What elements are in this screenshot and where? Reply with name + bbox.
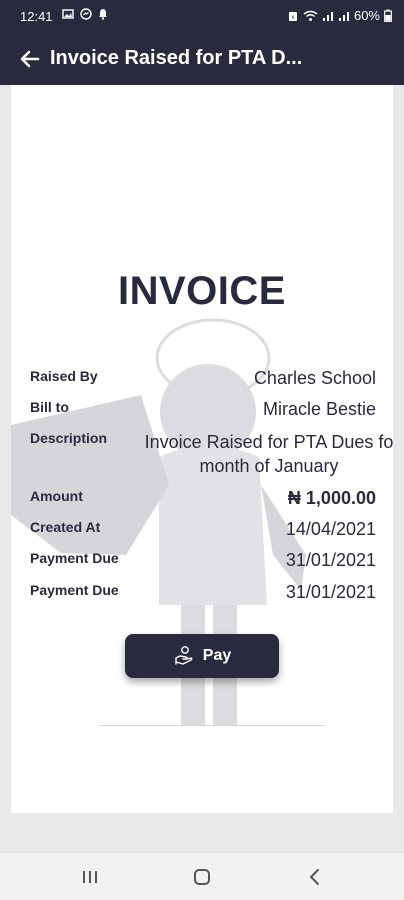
bill-to-value: Miracle Bestie	[262, 399, 376, 419]
system-nav-bar	[0, 853, 404, 900]
pay-button[interactable]: Pay	[125, 634, 279, 678]
svg-text:x: x	[291, 15, 294, 21]
payment-due-value-2: 31/01/2021	[285, 582, 376, 602]
description-value: Invoice Raised for PTA Dues fo month of …	[133, 430, 393, 478]
recent-apps-icon[interactable]	[78, 867, 102, 887]
signal-icon-2	[338, 11, 349, 21]
raised-by-value: Charles School	[253, 368, 376, 388]
battery-level: 60%	[353, 8, 380, 23]
status-time: 12:41	[20, 9, 53, 24]
app-bar: Invoice Raised for PTA D...	[0, 33, 404, 85]
amount-value: ₦ 1,000.00	[287, 488, 376, 508]
battery-icon	[384, 9, 392, 22]
payment-due-label-2: Payment Due	[30, 582, 119, 598]
alarm-icon: x	[288, 12, 297, 21]
signal-icon	[322, 11, 333, 21]
description-line-2: month of January	[199, 456, 339, 476]
invoice-heading: INVOICE	[118, 269, 286, 313]
payment-due-label: Payment Due	[30, 550, 119, 566]
wifi-icon	[303, 10, 318, 21]
divider	[99, 725, 325, 726]
hand-coin-icon	[175, 646, 193, 665]
description-label: Description	[30, 430, 108, 446]
created-at-label: Created At	[30, 519, 101, 535]
home-icon[interactable]	[190, 867, 214, 887]
gallery-icon	[62, 9, 74, 19]
back-nav-icon[interactable]	[303, 867, 327, 887]
payment-due-value: 31/01/2021	[285, 550, 376, 570]
messenger-icon	[80, 8, 92, 20]
invoice-card: INVOICE Raised By Charles School Bill to…	[11, 85, 393, 813]
status-bar: 12:41 x 60%	[0, 0, 404, 33]
amount-label: Amount	[30, 488, 83, 504]
arrow-left-icon[interactable]	[18, 47, 42, 71]
notification-icon	[99, 9, 107, 20]
description-line-1: Invoice Raised for PTA Dues fo	[144, 432, 393, 452]
created-at-value: 14/04/2021	[285, 519, 376, 539]
raised-by-label: Raised By	[30, 368, 98, 384]
page-title: Invoice Raised for PTA D...	[50, 47, 303, 69]
pay-button-label: Pay	[202, 647, 232, 664]
bill-to-label: Bill to	[30, 399, 69, 415]
